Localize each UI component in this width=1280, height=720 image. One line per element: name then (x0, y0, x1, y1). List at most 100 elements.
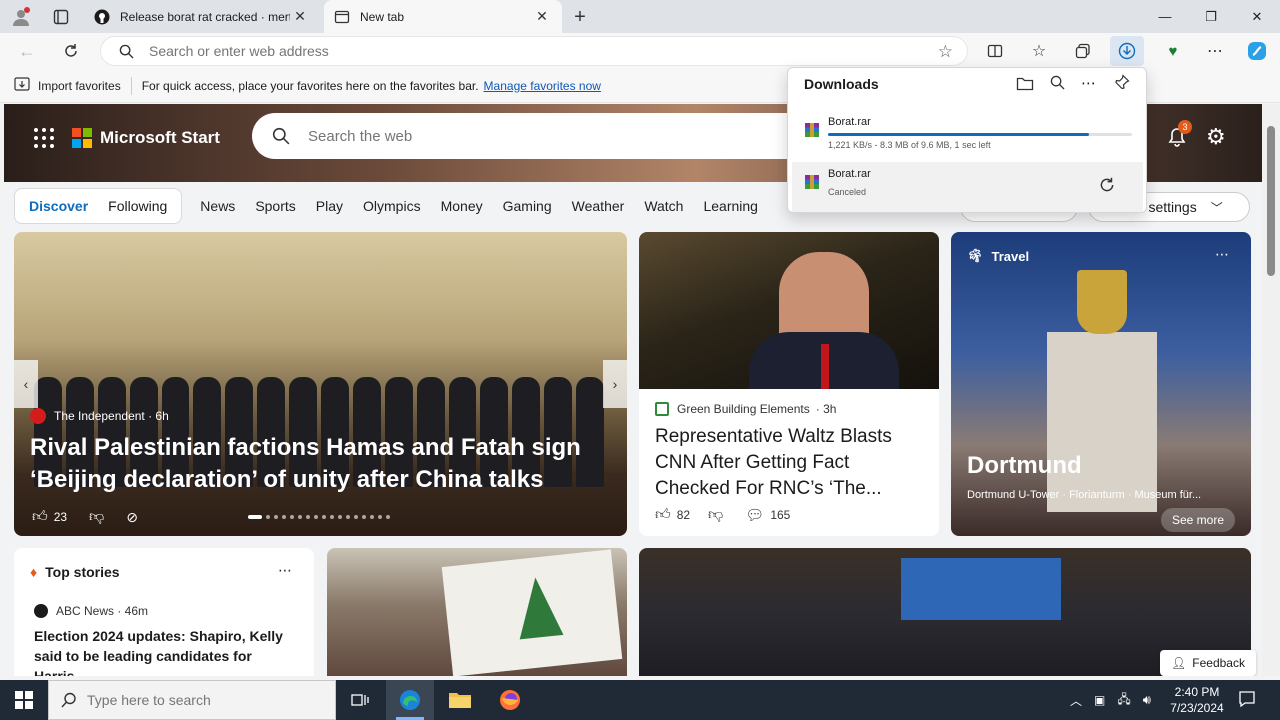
hero-reactions: 👍︎ 23 👎︎ ⊘ (32, 508, 138, 526)
download-item-active[interactable]: Borat.rar 1,221 KB/s - 8.3 MB of 9.6 MB,… (792, 110, 1143, 160)
travel-card[interactable]: 🌴︎ Travel ⋯ Dortmund Dortmund U-Tower · … (951, 232, 1251, 536)
flag-image (441, 549, 623, 676)
see-more-button[interactable]: See more (1161, 508, 1235, 532)
carousel-prev-button[interactable]: ‹ (14, 360, 38, 408)
nav-learning[interactable]: Learning (693, 198, 768, 214)
address-input[interactable] (149, 43, 909, 59)
profile-icon[interactable] (10, 6, 32, 28)
travel-label: Travel (991, 248, 1030, 264)
chevron-up-icon[interactable]: ︿ (1070, 692, 1082, 709)
network-icon[interactable]: 🖧︎ (1117, 690, 1130, 711)
browser-essentials-icon[interactable]: ♥ (1162, 40, 1184, 62)
minimize-button[interactable]: ― (1142, 0, 1188, 33)
taskbar-search-input[interactable] (87, 692, 317, 708)
travel-places: Dortmund U-Tower · Florianturm · Museum … (967, 489, 1202, 501)
downloads-icon[interactable] (1110, 36, 1144, 66)
notification-center-icon[interactable] (1238, 690, 1258, 710)
carousel-next-button[interactable]: › (603, 360, 627, 408)
task-view-icon[interactable] (336, 680, 384, 720)
web-search-box[interactable] (252, 113, 812, 159)
page-scrollbar[interactable] (1262, 104, 1280, 676)
search-icon[interactable] (1050, 75, 1065, 93)
feedback-button[interactable]: 👤︎ Feedback (1160, 650, 1256, 676)
thumbs-down-icon[interactable]: 👎︎ (89, 508, 104, 526)
nav-olympics[interactable]: Olympics (353, 198, 431, 214)
restore-button[interactable]: ❐ (1188, 0, 1234, 33)
taskbar-search[interactable] (48, 680, 336, 720)
retry-icon[interactable] (1098, 176, 1116, 197)
downloads-title: Downloads (804, 76, 879, 92)
windows-taskbar: ︿ ▣ 🖧︎ 🔊︎ 2:40 PM 7/23/2024 (0, 680, 1280, 720)
tab-following[interactable]: Following (98, 198, 177, 214)
taskbar-clock[interactable]: 2:40 PM 7/23/2024 (1160, 684, 1234, 716)
address-bar[interactable]: ☆ (100, 36, 968, 66)
file-explorer-icon[interactable] (436, 680, 484, 720)
volume-icon[interactable]: 🔊︎ (1143, 692, 1151, 708)
scrollbar-thumb[interactable] (1267, 126, 1275, 276)
nav-sports[interactable]: Sports (245, 198, 305, 214)
nav-money[interactable]: Money (431, 198, 493, 214)
nav-news[interactable]: News (190, 198, 245, 214)
waltz-age: · 3h (815, 402, 837, 416)
nav-watch[interactable]: Watch (634, 198, 693, 214)
split-screen-icon[interactable] (984, 40, 1006, 62)
import-icon (14, 77, 30, 94)
microsoft-start-logo[interactable]: Microsoft Start (34, 128, 220, 148)
tab-discover[interactable]: Discover (19, 198, 98, 214)
thumbs-up-icon[interactable]: 👍︎ (32, 508, 48, 526)
github-icon (94, 9, 110, 25)
comment-count: 165 (770, 508, 791, 522)
download-item-canceled[interactable]: Borat.rar Canceled (792, 162, 1143, 212)
firefox-icon[interactable] (486, 680, 534, 720)
winrar-file-icon (804, 174, 820, 190)
waltz-reactions: 👍︎ 82 👎︎ 💬︎ 165 (655, 506, 790, 524)
copilot-icon[interactable] (1244, 38, 1270, 64)
brand-name: Microsoft Start (100, 128, 220, 147)
thumbs-down-icon[interactable]: 👎︎ (708, 506, 723, 524)
abc-news-logo-icon (34, 604, 48, 618)
edge-taskbar-icon[interactable] (386, 680, 434, 720)
hero-news-card[interactable]: ‹ › The Independent · 6h Rival Palestini… (14, 232, 627, 536)
palm-tree-icon: 🌴︎ (967, 248, 984, 263)
apps-grid-icon[interactable] (34, 128, 54, 148)
story-headline[interactable]: Election 2024 updates: Shapiro, Kelly sa… (34, 626, 304, 676)
waltz-headline[interactable]: Representative Waltz Blasts CNN After Ge… (655, 424, 927, 502)
tab-strip: Release borat rat cracked · mertc ✕ New … (0, 0, 1280, 33)
thumbs-up-icon[interactable]: 👍︎ (655, 506, 671, 524)
collections-icon[interactable] (1072, 40, 1094, 62)
favorite-star-icon[interactable]: ☆ (938, 42, 953, 62)
device-icon[interactable]: ▣ (1094, 693, 1105, 707)
hero-headline[interactable]: Rival Palestinian factions Hamas and Fat… (30, 432, 590, 496)
more-options-icon[interactable]: ⋯ (1204, 40, 1226, 62)
import-favorites-label: Import favorites (38, 78, 121, 93)
manage-favorites-link[interactable]: Manage favorites now (484, 79, 601, 93)
favorites-icon[interactable]: ☆ (1028, 40, 1050, 62)
tab-actions-icon[interactable] (50, 6, 72, 28)
news-card-waltz[interactable]: Green Building Elements · 3h Representat… (639, 232, 939, 536)
new-tab-button[interactable]: + (568, 5, 592, 29)
close-tab-icon[interactable]: ✕ (290, 8, 310, 25)
rally-image-card[interactable] (327, 548, 627, 676)
nav-weather[interactable]: Weather (562, 198, 635, 214)
more-options-icon[interactable]: ⋯ (1215, 246, 1229, 263)
hide-story-icon[interactable]: ⊘ (126, 509, 138, 526)
nav-gaming[interactable]: Gaming (493, 198, 562, 214)
import-favorites-button[interactable]: Import favorites (14, 77, 121, 94)
nav-play[interactable]: Play (306, 198, 353, 214)
pin-icon[interactable] (1114, 74, 1130, 93)
open-folder-icon[interactable] (1016, 75, 1034, 94)
tab-github[interactable]: Release borat rat cracked · mertc ✕ (84, 0, 320, 33)
tab-new-tab[interactable]: New tab ✕ (324, 0, 562, 33)
more-options-icon[interactable]: ⋯ (278, 562, 292, 579)
back-icon[interactable]: ← (16, 40, 38, 62)
more-options-icon[interactable]: ⋯ (1081, 74, 1096, 92)
notifications-bell-icon[interactable]: 3 (1166, 120, 1192, 150)
refresh-icon[interactable] (60, 40, 82, 62)
comment-icon[interactable]: 💬︎ (745, 506, 764, 524)
close-tab-icon[interactable]: ✕ (532, 8, 552, 25)
settings-gear-icon[interactable]: ⚙ (1206, 126, 1230, 150)
web-search-input[interactable] (308, 127, 788, 145)
feedback-label: Feedback (1192, 656, 1245, 670)
start-button[interactable] (0, 680, 48, 720)
close-window-button[interactable]: ✕ (1234, 0, 1280, 33)
